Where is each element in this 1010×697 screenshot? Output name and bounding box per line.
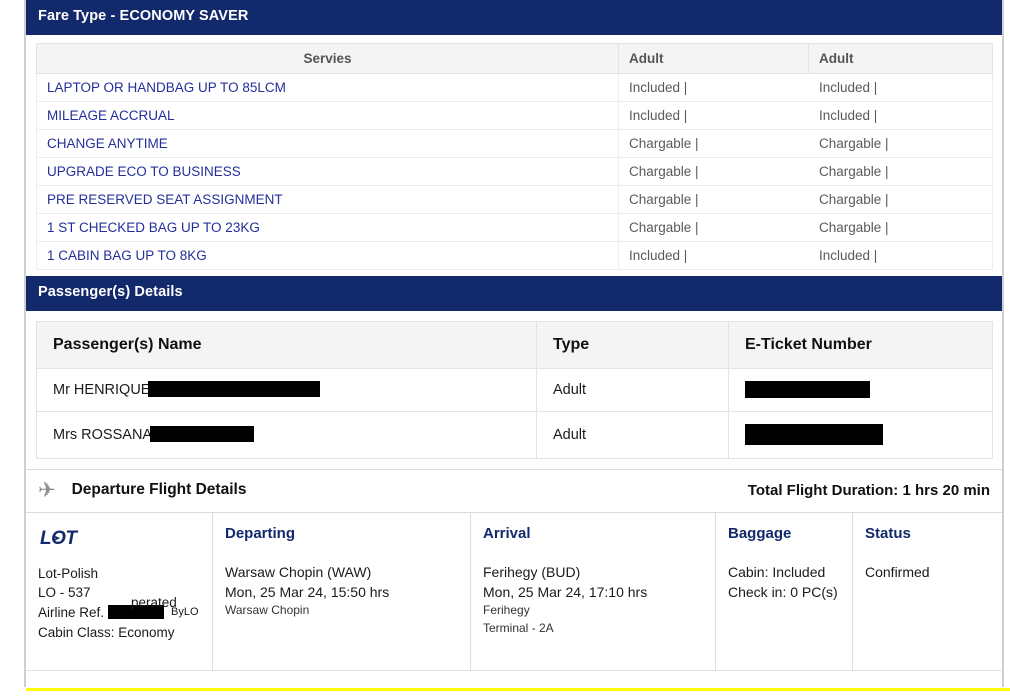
departing-terminal-name: Warsaw Chopin: [225, 603, 310, 618]
bottom-yellow-rule: [26, 688, 1010, 691]
table-row: 1 ST CHECKED BAG UP TO 23KG Chargable | …: [36, 212, 993, 242]
departing-heading: Departing: [225, 524, 296, 542]
passenger-name-cell: Mr HENRIQUE: [36, 367, 537, 412]
page-content: Fare Type - ECONOMY SAVER Servies Adult …: [26, 0, 1002, 671]
service-adult1-value: Included |: [618, 240, 809, 270]
service-adult2-value: Included |: [808, 100, 993, 130]
services-table-header-row: Servies Adult Adult: [36, 42, 993, 74]
passenger-details-title: Passenger(s) Details: [38, 283, 183, 300]
passenger-type: Adult: [536, 410, 729, 459]
itinerary-page: Fare Type - ECONOMY SAVER Servies Adult …: [0, 0, 1010, 697]
flight-airline-column: LOT ➤ Lot-Polish LO - 537 Airline Ref. C…: [26, 513, 212, 670]
passenger-eticket-cell: [728, 410, 993, 459]
column-header-eticket: E-Ticket Number: [728, 320, 993, 369]
passenger-table-wrap: Passenger(s) Name Type E-Ticket Number M…: [26, 311, 1002, 469]
arrival-datetime: Mon, 25 Mar 24, 17:10 hrs: [483, 584, 648, 601]
service-adult1-value: Chargable |: [618, 184, 809, 214]
service-adult2-value: Included |: [808, 240, 993, 270]
passenger-eticket-cell: [728, 367, 993, 412]
cabin-class: Cabin Class: Economy: [38, 624, 175, 640]
operated-by-text: ByLO: [171, 605, 199, 618]
redaction-bar: [745, 423, 883, 445]
table-row: MILEAGE ACCRUAL Included | Included |: [36, 100, 993, 130]
airplane-icon: ✈: [38, 478, 56, 502]
arrival-terminal: Terminal - 2A: [483, 620, 554, 635]
service-adult2-value: Chargable |: [808, 128, 993, 158]
operated-text: perated: [131, 594, 177, 610]
departing-datetime: Mon, 25 Mar 24, 15:50 hrs: [225, 584, 390, 601]
service-name[interactable]: LAPTOP OR HANDBAG UP TO 85LCM: [36, 72, 619, 102]
column-header-adult-2: Adult: [808, 42, 993, 74]
passenger-name: Mrs ROSSANA: [53, 427, 153, 444]
services-table-wrap: Servies Adult Adult LAPTOP OR HANDBAG UP…: [26, 35, 1002, 276]
service-name[interactable]: UPGRADE ECO TO BUSINESS: [36, 156, 619, 186]
service-adult2-value: Chargable |: [808, 212, 993, 242]
redaction-bar: [150, 426, 255, 443]
service-name[interactable]: MILEAGE ACCRUAL: [36, 100, 619, 130]
passenger-details-section-header: Passenger(s) Details: [26, 275, 1002, 311]
service-adult2-value: Chargable |: [808, 184, 993, 214]
table-row: UPGRADE ECO TO BUSINESS Chargable | Char…: [36, 156, 993, 186]
services-table: Servies Adult Adult LAPTOP OR HANDBAG UP…: [36, 42, 993, 270]
baggage-checkin: Check in: 0 PC(s): [728, 584, 838, 601]
flight-details-body: LOT ➤ Lot-Polish LO - 537 Airline Ref. C…: [26, 512, 1002, 671]
arrival-airport: Ferihegy (BUD): [483, 563, 581, 580]
passenger-name: Mr HENRIQUE: [53, 382, 151, 399]
departing-airport: Warsaw Chopin (WAW): [225, 563, 372, 580]
table-row: PRE RESERVED SEAT ASSIGNMENT Chargable |…: [36, 184, 993, 214]
baggage-cabin: Cabin: Included: [728, 563, 826, 580]
departure-flight-title: Departure Flight Details: [71, 481, 247, 499]
status-badge: Confirmed: [865, 563, 930, 580]
airline-name: Lot-Polish: [38, 565, 99, 581]
table-row: CHANGE ANYTIME Chargable | Chargable |: [36, 128, 993, 158]
service-name[interactable]: PRE RESERVED SEAT ASSIGNMENT: [36, 184, 619, 214]
service-name[interactable]: CHANGE ANYTIME: [36, 128, 619, 158]
service-adult2-value: Included |: [808, 72, 993, 102]
page-right-rule: [1002, 0, 1004, 687]
redaction-bar: [745, 380, 870, 398]
fare-type-label: Fare Type: [38, 8, 107, 24]
table-row: LAPTOP OR HANDBAG UP TO 85LCM Included |…: [36, 72, 993, 102]
column-header-adult-1: Adult: [618, 42, 809, 74]
arrival-terminal-name: Ferihegy: [483, 603, 530, 618]
airline-ref-label: Airline Ref.: [38, 605, 105, 620]
table-row: 1 CABIN BAG UP TO 8KG Included | Include…: [36, 240, 993, 270]
service-adult1-value: Chargable |: [618, 212, 809, 242]
fare-type-value: ECONOMY SAVER: [119, 8, 249, 24]
passenger-type: Adult: [536, 367, 729, 412]
table-row: Mrs ROSSANA Adult: [36, 410, 993, 459]
service-adult1-value: Chargable |: [618, 156, 809, 186]
lot-logo: LOT ➤: [40, 529, 77, 548]
passenger-table-body: Mr HENRIQUE Adult Mrs ROSSANA Adult: [36, 367, 993, 459]
passenger-table-header-row: Passenger(s) Name Type E-Ticket Number: [36, 320, 993, 369]
flight-status-column: Status Confirmed: [852, 512, 1002, 670]
service-name[interactable]: 1 CABIN BAG UP TO 8KG: [36, 240, 619, 270]
crane-icon: ➤: [53, 532, 61, 543]
service-adult1-value: Included |: [618, 100, 809, 130]
flight-baggage-column: Baggage Cabin: Included Check in: 0 PC(s…: [715, 512, 852, 670]
column-header-servies: Servies: [36, 42, 619, 74]
service-name[interactable]: 1 ST CHECKED BAG UP TO 23KG: [36, 212, 619, 242]
redaction-bar: [148, 381, 321, 398]
total-flight-duration: Total Flight Duration: 1 hrs 20 min: [747, 481, 990, 499]
passenger-name-cell: Mrs ROSSANA: [36, 410, 537, 459]
flight-arrival-column: Arrival Ferihegy (BUD) Mon, 25 Mar 24, 1…: [470, 512, 715, 670]
status-heading: Status: [865, 524, 911, 542]
arrival-heading: Arrival: [483, 524, 531, 542]
service-adult2-value: Chargable |: [808, 156, 993, 186]
service-adult1-value: Included |: [618, 72, 809, 102]
baggage-heading: Baggage: [728, 524, 792, 542]
service-adult1-value: Chargable |: [618, 128, 809, 158]
departure-flight-header: ✈ Departure Flight Details Total Flight …: [26, 468, 1002, 513]
flight-departing-column: Departing Warsaw Chopin (WAW) Mon, 25 Ma…: [212, 512, 470, 670]
column-header-type: Type: [536, 320, 729, 369]
fare-type-section-header: Fare Type - ECONOMY SAVER: [26, 0, 1002, 35]
services-table-body: LAPTOP OR HANDBAG UP TO 85LCM Included |…: [36, 72, 993, 270]
table-row: Mr HENRIQUE Adult: [36, 367, 993, 412]
passenger-table: Passenger(s) Name Type E-Ticket Number M…: [36, 320, 993, 459]
column-header-passenger-name: Passenger(s) Name: [36, 320, 537, 369]
